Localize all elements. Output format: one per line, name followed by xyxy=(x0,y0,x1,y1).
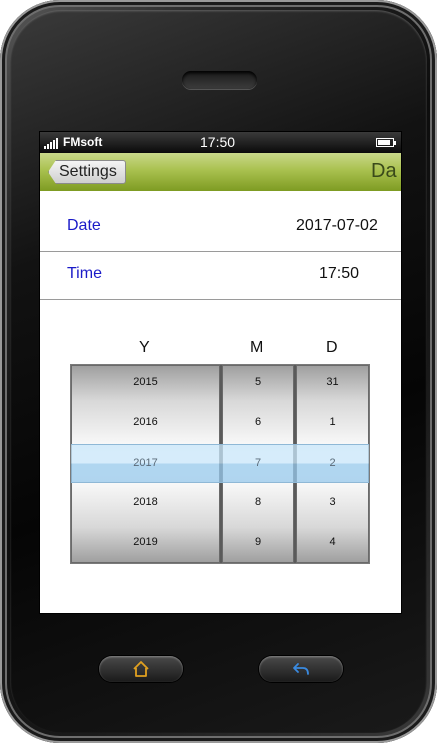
date-label: Date xyxy=(67,217,101,234)
time-row[interactable]: Time 17:50 xyxy=(40,251,401,300)
time-label: Time xyxy=(67,265,102,282)
year-item[interactable]: 2019 xyxy=(71,536,220,548)
earpiece-speaker xyxy=(182,71,257,89)
month-item[interactable]: 9 xyxy=(222,536,294,548)
day-column-header: D xyxy=(326,339,338,356)
date-picker: 2015 2016 2018 2019 5 6 8 9 31 1 3 4 201… xyxy=(70,364,370,564)
month-item[interactable]: 5 xyxy=(222,376,294,388)
year-column-header: Y xyxy=(139,339,150,356)
signal-strength-icon xyxy=(44,137,60,149)
status-clock: 17:50 xyxy=(200,134,236,150)
selected-day[interactable]: 2 xyxy=(296,457,369,469)
battery-level xyxy=(378,140,390,145)
month-column-header: M xyxy=(250,339,264,356)
month-item[interactable]: 8 xyxy=(222,496,294,508)
day-item[interactable]: 3 xyxy=(296,496,369,508)
battery-icon xyxy=(376,138,396,147)
phone-frame: FMsoft 17:50 Settings Da Date 2017-07-02… xyxy=(0,0,437,743)
date-row[interactable]: Date 2017-07-02 xyxy=(40,203,401,252)
date-value: 2017-07-02 xyxy=(296,217,378,234)
year-item[interactable]: 2018 xyxy=(71,496,220,508)
year-item[interactable]: 2015 xyxy=(71,376,220,388)
day-item[interactable]: 4 xyxy=(296,536,369,548)
day-item[interactable]: 31 xyxy=(296,376,369,388)
time-value: 17:50 xyxy=(319,265,360,282)
navigation-bar: Settings Da xyxy=(40,153,401,191)
carrier-name: FMsoft xyxy=(63,135,103,149)
back-button[interactable] xyxy=(259,656,343,682)
screen: FMsoft 17:50 Settings Da Date 2017-07-02… xyxy=(40,132,401,613)
month-item[interactable]: 6 xyxy=(222,416,294,428)
back-arrow-icon xyxy=(293,663,309,675)
day-item[interactable]: 1 xyxy=(296,416,369,428)
selection-highlight: 2017 7 2 xyxy=(71,444,369,483)
year-item[interactable]: 2016 xyxy=(71,416,220,428)
home-icon xyxy=(133,661,149,677)
nav-title: Da xyxy=(371,160,397,182)
selected-month[interactable]: 7 xyxy=(222,457,294,469)
home-button[interactable] xyxy=(99,656,183,682)
status-bar: FMsoft 17:50 xyxy=(40,132,401,153)
settings-back-button[interactable]: Settings xyxy=(48,160,126,184)
selected-year[interactable]: 2017 xyxy=(71,457,220,469)
